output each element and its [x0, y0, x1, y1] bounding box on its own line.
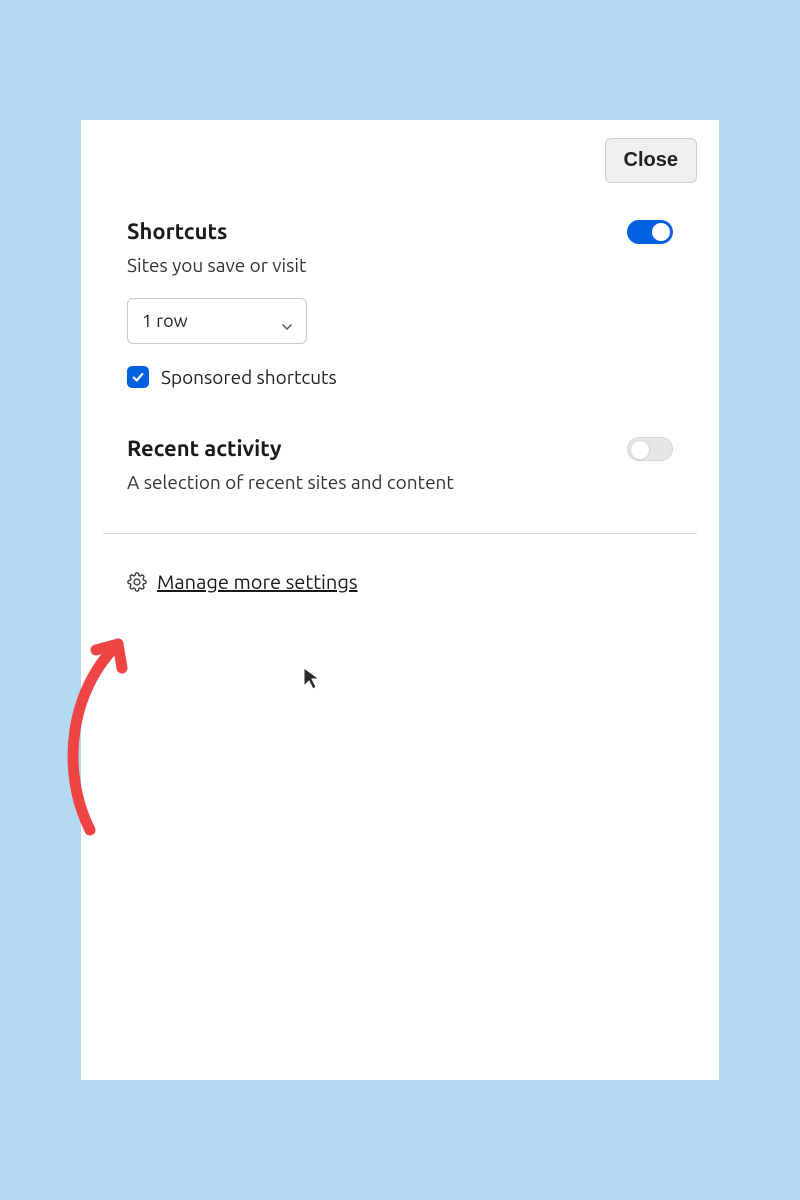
sponsored-shortcuts-row: Sponsored shortcuts: [127, 366, 673, 388]
settings-panel: Close Shortcuts Sites you save or visit …: [81, 120, 719, 1080]
recent-activity-title: Recent activity: [127, 436, 282, 461]
shortcuts-toggle[interactable]: [627, 220, 673, 244]
shortcuts-rows-value: 1 row: [142, 311, 188, 331]
sponsored-shortcuts-checkbox[interactable]: [127, 366, 149, 388]
shortcuts-title: Shortcuts: [127, 219, 227, 244]
recent-activity-section: Recent activity A selection of recent si…: [103, 436, 697, 493]
recent-header-row: Recent activity: [127, 436, 673, 461]
toggle-knob: [652, 223, 670, 241]
close-button[interactable]: Close: [605, 138, 697, 183]
shortcuts-section: Shortcuts Sites you save or visit 1 row …: [103, 219, 697, 388]
recent-activity-toggle[interactable]: [627, 437, 673, 461]
shortcuts-header-row: Shortcuts: [127, 219, 673, 244]
toggle-knob: [631, 441, 649, 459]
shortcuts-subtitle: Sites you save or visit: [127, 254, 673, 276]
chevron-down-icon: [282, 316, 292, 326]
recent-activity-subtitle: A selection of recent sites and content: [127, 471, 673, 493]
manage-more-settings-link[interactable]: Manage more settings: [157, 570, 358, 593]
gear-icon: [127, 572, 147, 592]
panel-header: Close: [103, 138, 697, 183]
sponsored-shortcuts-label: Sponsored shortcuts: [161, 366, 337, 388]
shortcuts-rows-select[interactable]: 1 row: [127, 298, 307, 344]
manage-settings-row: Manage more settings: [103, 534, 697, 593]
check-icon: [131, 370, 145, 384]
